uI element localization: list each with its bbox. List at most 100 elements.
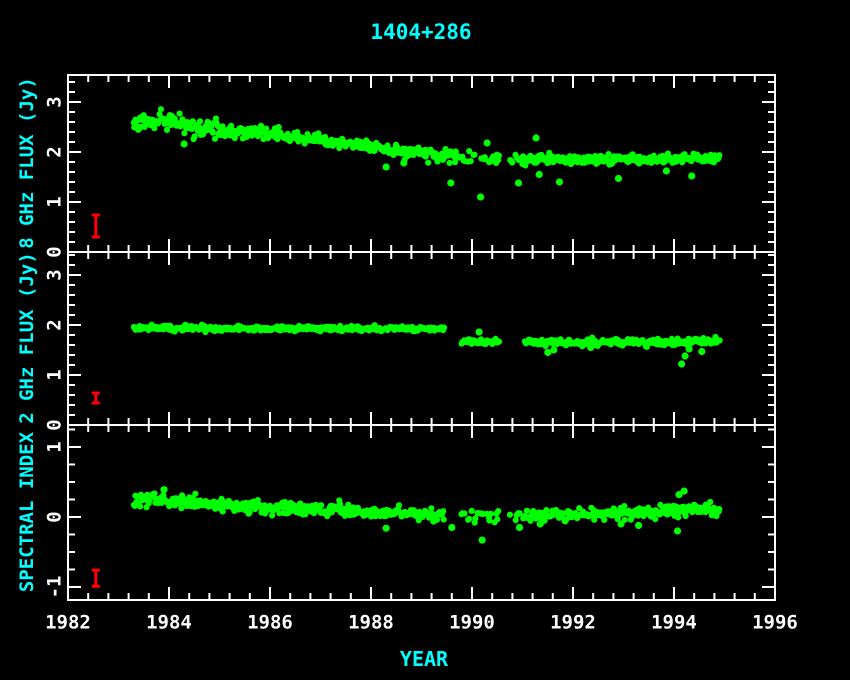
data-point xyxy=(716,152,722,158)
panel-spectral-index: -1 0 1 xyxy=(44,425,775,600)
data-point-outlier xyxy=(516,524,523,531)
data-point xyxy=(507,512,513,518)
y-tick-label: 0 xyxy=(44,246,66,257)
data-point xyxy=(210,130,216,136)
data-point-outlier xyxy=(686,345,693,352)
data-point xyxy=(441,516,447,522)
data-point xyxy=(471,152,477,158)
data-point xyxy=(621,503,627,509)
data-point-outlier xyxy=(698,348,705,355)
data-point xyxy=(137,503,143,509)
x-tick-label: 1994 xyxy=(651,612,697,634)
x-tick-label: 1992 xyxy=(550,612,596,634)
data-point-outlier xyxy=(688,172,695,179)
data-point xyxy=(192,491,198,497)
errorbar-spectral-index xyxy=(92,570,100,586)
data-point xyxy=(652,516,658,522)
y-tick-label: 1 xyxy=(44,196,66,207)
data-point xyxy=(717,337,723,343)
data-point xyxy=(509,159,515,165)
data-point xyxy=(494,516,500,522)
data-point xyxy=(496,153,502,159)
data-point-outlier xyxy=(617,520,624,527)
data-point xyxy=(675,514,681,520)
y-tick-label: 1 xyxy=(44,441,66,452)
data-point xyxy=(247,509,253,515)
data-point xyxy=(276,124,282,130)
y-tick-label: 0 xyxy=(44,511,66,522)
y-tick-label: 3 xyxy=(44,269,66,280)
data-point xyxy=(495,508,501,514)
data-point xyxy=(318,502,324,508)
data-point xyxy=(428,505,434,511)
y-tick-label: 1 xyxy=(44,369,66,380)
data-point-outlier xyxy=(479,537,486,544)
y-tick-label: 2 xyxy=(44,146,66,157)
data-point-outlier xyxy=(663,167,670,174)
data-point xyxy=(434,517,440,523)
data-point xyxy=(683,513,689,519)
x-tick-label: 1982 xyxy=(45,612,91,634)
panel-frame xyxy=(68,75,775,252)
panel-2ghz-flux: 0 1 2 3 xyxy=(44,252,775,431)
x-tick-label: 1996 xyxy=(752,612,798,634)
tick-marks xyxy=(68,75,775,252)
y-tick-label: -1 xyxy=(44,576,66,599)
data-point xyxy=(601,517,607,523)
data-point xyxy=(468,158,474,164)
y-tick-label: 3 xyxy=(44,96,66,107)
data-point xyxy=(469,508,475,514)
data-point xyxy=(197,118,203,124)
data-point xyxy=(441,325,447,331)
data-point-outlier xyxy=(476,328,483,335)
data-point xyxy=(151,490,157,496)
data-point-outlier xyxy=(556,178,563,185)
data-point-outlier xyxy=(448,524,455,531)
data-point-outlier xyxy=(181,140,188,147)
data-point-outlier xyxy=(484,139,491,146)
data-point xyxy=(177,111,183,117)
data-point xyxy=(496,339,502,345)
data-point xyxy=(447,160,453,166)
data-point xyxy=(707,499,713,505)
data-point-outlier xyxy=(537,520,544,527)
data-point xyxy=(488,511,494,517)
data-point-outlier xyxy=(681,488,688,495)
plot-svg: 0 1 2 3 0 1 2 3 -1 0 1 1982 1984 1986 1988 1990 1992 1994… xyxy=(0,0,850,680)
data-point-outlier xyxy=(536,171,543,178)
data-point-outlier xyxy=(160,486,167,493)
data-point-outlier xyxy=(515,179,522,186)
x-tick-label: 1990 xyxy=(449,612,495,634)
data-points-2ghz-flux xyxy=(131,322,723,368)
data-points-spectral-index xyxy=(131,486,723,544)
data-point xyxy=(527,518,533,524)
data-point-outlier xyxy=(587,344,594,351)
errorbar-8ghz-flux xyxy=(92,215,100,237)
y-tick-label: 0 xyxy=(44,419,66,430)
data-point-outlier xyxy=(682,352,689,359)
x-tick-label: 1986 xyxy=(247,612,293,634)
x-tick-labels: 1982 1984 1986 1988 1990 1992 1994 1996 xyxy=(45,612,798,634)
data-point-outlier xyxy=(383,163,390,170)
data-point xyxy=(440,508,446,514)
data-point xyxy=(472,515,478,521)
data-point-outlier xyxy=(678,360,685,367)
panel-8ghz-flux: 0 1 2 3 xyxy=(44,75,775,258)
y-tick-label: 2 xyxy=(44,319,66,330)
x-tick-label: 1984 xyxy=(146,612,192,634)
errorbar-2ghz-flux xyxy=(92,393,100,403)
data-point xyxy=(263,126,269,132)
data-point xyxy=(192,133,198,139)
data-point xyxy=(425,160,431,166)
x-tick-label: 1988 xyxy=(348,612,394,634)
data-point-outlier xyxy=(383,525,390,532)
data-point-outlier xyxy=(550,346,557,353)
data-point xyxy=(466,516,472,522)
data-point-outlier xyxy=(615,175,622,182)
data-point-outlier xyxy=(674,527,681,534)
data-point xyxy=(164,127,170,133)
data-point xyxy=(543,507,549,513)
data-point-outlier xyxy=(447,179,454,186)
data-point-outlier xyxy=(477,193,484,200)
data-point xyxy=(524,508,530,514)
